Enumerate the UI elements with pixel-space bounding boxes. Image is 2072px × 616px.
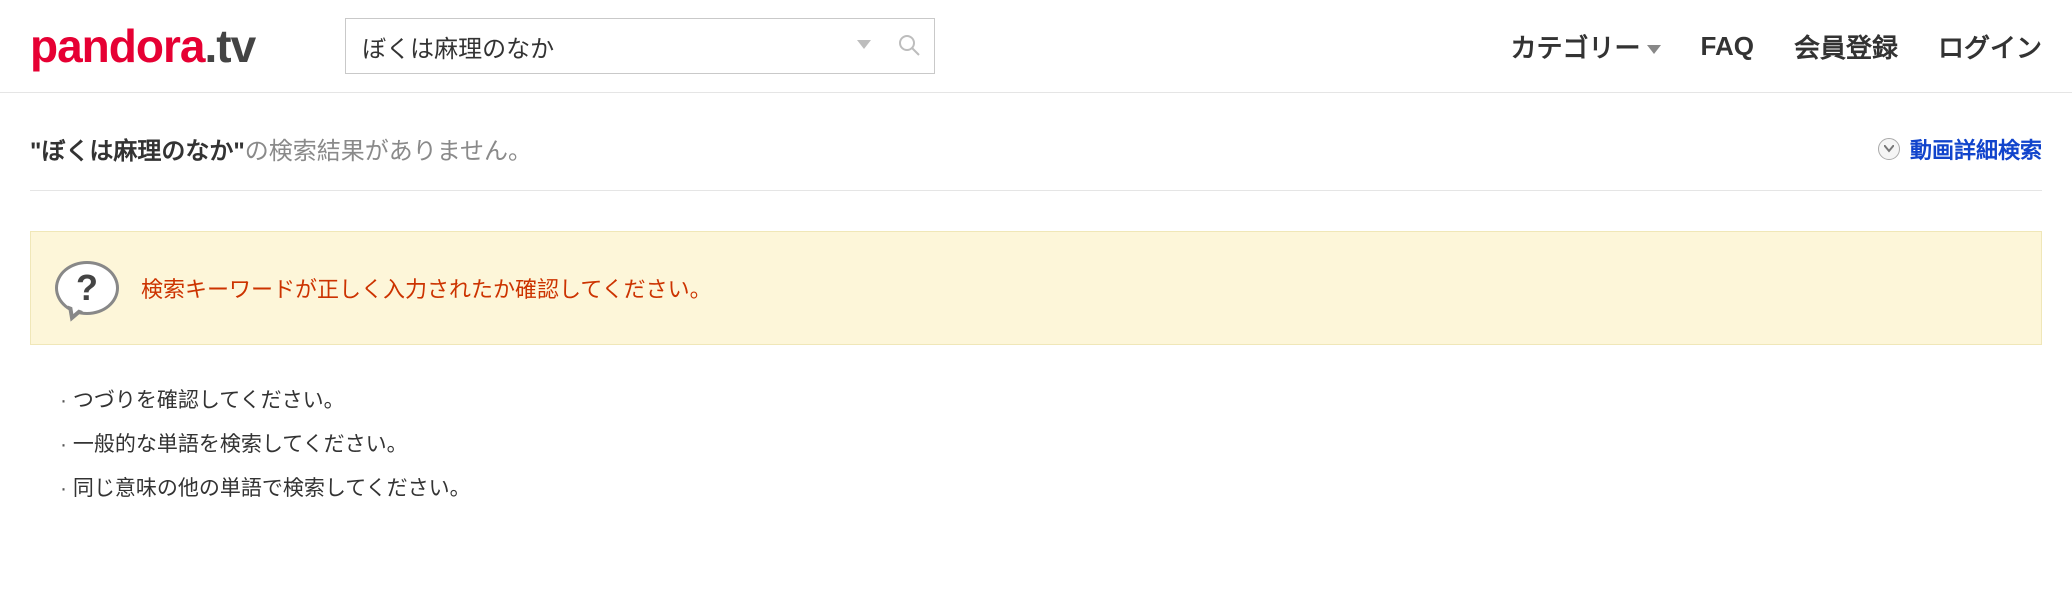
tip-item: つづりを確認してください。 [60, 379, 2042, 423]
logo[interactable]: pandora.tv [30, 19, 255, 73]
notice-text: 検索キーワードが正しく入力されたか確認してください。 [141, 272, 712, 304]
chevron-down-circle-icon [1878, 138, 1900, 160]
nav: カテゴリー FAQ 会員登録 ログイン [1511, 28, 2043, 65]
header: pandora.tv カテゴリー FAQ [0, 0, 2072, 93]
search-box [345, 18, 935, 74]
search-button[interactable] [884, 19, 934, 73]
content: "ぼくは麻理のなか"の検索結果がありません。 動画詳細検索 ? 検索キーワードが… [0, 93, 2072, 511]
nav-category[interactable]: カテゴリー [1511, 28, 1661, 65]
tips-list: つづりを確認してください。 一般的な単語を検索してください。 同じ意味の他の単語… [30, 379, 2042, 511]
nav-signup-label: 会員登録 [1794, 28, 1898, 65]
logo-suffix: .tv [204, 19, 255, 73]
search-input[interactable] [346, 19, 844, 73]
logo-main: pandora [30, 19, 204, 73]
tip-item: 同じ意味の他の単語で検索してください。 [60, 467, 2042, 511]
nav-login-label: ログイン [1938, 28, 2042, 65]
chevron-down-icon [857, 37, 871, 55]
advanced-search-label: 動画詳細検索 [1910, 133, 2042, 165]
nav-category-label: カテゴリー [1511, 28, 1641, 65]
nav-signup[interactable]: 会員登録 [1794, 28, 1898, 65]
advanced-search-link[interactable]: 動画詳細検索 [1878, 133, 2042, 165]
no-result-message: "ぼくは麻理のなか"の検索結果がありません。 [30, 131, 532, 166]
nav-login[interactable]: ログイン [1938, 28, 2042, 65]
result-heading-row: "ぼくは麻理のなか"の検索結果がありません。 動画詳細検索 [30, 93, 2042, 191]
tip-item: 一般的な単語を検索してください。 [60, 423, 2042, 467]
no-result-suffix: の検索結果がありません。 [245, 138, 532, 165]
notice-box: ? 検索キーワードが正しく入力されたか確認してください。 [30, 231, 2042, 345]
nav-faq[interactable]: FAQ [1701, 31, 1754, 62]
search-icon [897, 33, 921, 60]
nav-faq-label: FAQ [1701, 31, 1754, 62]
search-query-text: ぼくは麻理のなか [41, 138, 233, 165]
question-bubble-icon: ? [51, 256, 123, 320]
search-filter-dropdown[interactable] [844, 37, 884, 55]
chevron-down-icon [1647, 31, 1661, 62]
